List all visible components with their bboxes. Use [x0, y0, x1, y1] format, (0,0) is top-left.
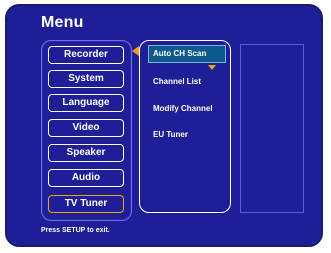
menu-item-video[interactable]: Video — [48, 119, 124, 137]
triangle-left-icon — [132, 46, 139, 56]
footer-hint: Press SETUP to exit. — [41, 227, 110, 234]
menu-item-system[interactable]: System — [48, 70, 124, 88]
info-panel — [240, 44, 304, 213]
menu-title: Menu — [41, 14, 84, 31]
left-menu-panel: Recorder System Language Video Speaker A… — [41, 40, 132, 221]
menu-item-speaker[interactable]: Speaker — [48, 144, 124, 162]
submenu-item-auto-ch-scan[interactable]: Auto CH Scan — [148, 45, 226, 63]
menu-item-recorder[interactable]: Recorder — [48, 46, 124, 64]
menu-item-tv-tuner[interactable]: TV Tuner — [48, 195, 124, 213]
menu-item-language[interactable]: Language — [48, 94, 124, 112]
menu-item-audio[interactable]: Audio — [48, 169, 124, 187]
submenu-item-eu-tuner[interactable]: EU Tuner — [153, 130, 188, 139]
submenu-item-modify-channel[interactable]: Modify Channel — [153, 104, 213, 113]
submenu-panel: Auto CH Scan Channel List Modify Channel… — [132, 40, 231, 213]
triangle-down-icon — [208, 65, 216, 70]
menu-window: Menu Recorder System Language Video Spea… — [5, 4, 323, 247]
submenu-item-channel-list[interactable]: Channel List — [153, 77, 201, 86]
